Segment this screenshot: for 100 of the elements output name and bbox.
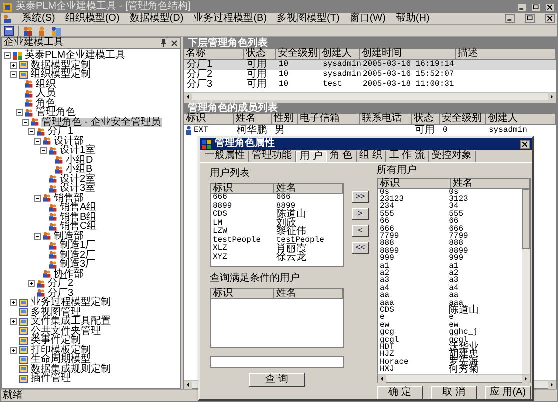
tree-item[interactable]: 制造1厂 xyxy=(59,241,97,250)
close-button[interactable] xyxy=(520,140,530,148)
menu-item[interactable]: 数据模型(D) xyxy=(130,14,184,24)
tree-item[interactable]: 角色 xyxy=(35,98,57,108)
toolbar-icon[interactable] xyxy=(4,26,14,36)
expander-box[interactable] xyxy=(10,346,17,354)
expander-box[interactable] xyxy=(10,62,17,69)
dialog-button[interactable]: 取 消 xyxy=(431,386,477,400)
column-header[interactable]: 电子信箱 xyxy=(298,114,360,125)
column-header[interactable]: 联系电话 xyxy=(360,114,412,125)
tree-item[interactable]: 销售C组 xyxy=(59,222,98,232)
expander-box[interactable] xyxy=(28,280,35,288)
expander-box[interactable] xyxy=(34,232,41,240)
table-row[interactable]: 分厂2 可用 10 sysadmin 2005-03-16 15:52:07 xyxy=(184,70,556,80)
menu-item[interactable]: 系统(S) xyxy=(22,14,56,24)
tree-item[interactable]: 设计部 xyxy=(53,136,85,146)
dialog-button[interactable]: 应 用(A) xyxy=(485,386,531,400)
tree-item[interactable]: 协作部 xyxy=(53,270,85,279)
scroll-left-icon[interactable] xyxy=(184,381,192,389)
tree-item[interactable]: 制造3厂 xyxy=(59,260,97,270)
expander-box[interactable] xyxy=(10,71,17,78)
tree-item[interactable]: 组织 xyxy=(35,80,57,89)
horizontal-scrollbar[interactable] xyxy=(378,374,530,382)
tab[interactable]: 用 户 xyxy=(296,151,327,162)
pin-icon[interactable] xyxy=(160,39,167,47)
close-icon[interactable] xyxy=(171,40,178,46)
tree-item[interactable]: 打印模板定制 xyxy=(30,346,92,355)
tree-item[interactable]: 设计3室 xyxy=(59,184,97,194)
tree-item[interactable]: 数据集成规则定制 xyxy=(30,364,112,374)
tree-item[interactable]: 组织模型定制 xyxy=(30,70,92,80)
dialog-button[interactable]: 确 定 xyxy=(377,386,423,400)
tree-item[interactable]: 类事件定制 xyxy=(30,336,82,346)
tree-item[interactable]: 销售B组 xyxy=(59,212,98,222)
column-header[interactable]: 姓名 xyxy=(234,114,272,125)
scroll-left-icon[interactable] xyxy=(378,375,386,383)
expander-box[interactable] xyxy=(34,138,41,145)
move-button[interactable]: >> xyxy=(352,191,369,203)
expander-box[interactable] xyxy=(22,118,29,126)
table-row[interactable]: 分厂1 可用 10 sysadmin 2005-03-16 16:19:14 xyxy=(184,60,556,70)
tree-item[interactable]: 制造部 xyxy=(53,232,85,241)
expander-box[interactable] xyxy=(16,109,23,116)
maximize-button[interactable] xyxy=(531,2,541,12)
tree-item[interactable]: 管理角色 - 企业安全管理员 xyxy=(41,118,162,127)
column-header[interactable]: 状态 xyxy=(412,114,440,125)
expander-box[interactable] xyxy=(28,128,35,136)
close-button[interactable] xyxy=(545,14,555,23)
tree-item[interactable]: 销售部 xyxy=(53,194,85,203)
menu-item[interactable]: 多视图模型(T) xyxy=(277,14,340,24)
restore-button[interactable] xyxy=(525,14,535,23)
close-button[interactable] xyxy=(545,2,555,12)
minimize-button[interactable] xyxy=(505,14,515,23)
tree-item[interactable]: 设计1室 xyxy=(59,146,97,156)
people-icon[interactable] xyxy=(51,26,61,36)
tree-item[interactable]: 小组B xyxy=(65,165,94,174)
expander-box[interactable] xyxy=(34,194,41,202)
tree-item[interactable]: 小组D xyxy=(65,156,94,165)
tree-item[interactable]: 分厂3 xyxy=(47,288,75,298)
tree-item[interactable]: 插件管理 xyxy=(30,374,72,384)
vertical-scrollbar[interactable] xyxy=(522,189,530,374)
column-header[interactable]: 安全级别 xyxy=(440,114,486,125)
tree-item[interactable]: 人员 xyxy=(35,89,57,98)
move-button[interactable]: < xyxy=(352,225,369,237)
table-row[interactable]: 分厂3 可用 10 test 2005-03-18 11:00:31 xyxy=(184,80,556,90)
tree-item[interactable]: 公共文件夹管理 xyxy=(30,326,102,336)
scroll-right-icon[interactable] xyxy=(522,375,530,383)
expander-box[interactable] xyxy=(40,147,47,154)
tree-item[interactable]: 管理角色 xyxy=(35,108,77,118)
tree-item[interactable]: 文件集成工具配置 xyxy=(30,317,112,326)
expander-box[interactable] xyxy=(4,52,11,60)
tab[interactable]: 受控对象 xyxy=(428,151,476,162)
minimize-button[interactable] xyxy=(517,2,527,12)
scroll-right-icon[interactable] xyxy=(548,381,556,389)
tree-item[interactable]: 生命周期模型 xyxy=(30,355,92,364)
tree-item[interactable]: 制造2厂 xyxy=(59,250,97,260)
expander-box[interactable] xyxy=(10,299,17,306)
tree-item[interactable]: 多视图管理 xyxy=(30,308,82,317)
tab[interactable]: 一般属性 xyxy=(202,151,249,162)
tree-item[interactable]: 英泰PLM企业建模工具 xyxy=(24,51,127,60)
tree-item[interactable]: 业务过程模型定制 xyxy=(30,298,112,308)
tab[interactable]: 工 作 流 xyxy=(386,151,429,162)
query-button[interactable]: 查 询 xyxy=(249,373,305,387)
people-icon[interactable] xyxy=(23,26,33,36)
horizontal-scrollbar[interactable] xyxy=(184,92,556,100)
column-header[interactable]: 性别 xyxy=(272,114,298,125)
expander-box[interactable] xyxy=(10,318,17,326)
column-header[interactable]: 创建人 xyxy=(486,114,556,125)
menu-item[interactable]: 窗口(W) xyxy=(350,14,386,24)
tab[interactable]: 组 织 xyxy=(356,151,386,162)
tree-item[interactable]: 分厂2 xyxy=(47,279,75,288)
tree-item[interactable]: 设计2室 xyxy=(59,174,97,184)
input-field[interactable] xyxy=(210,356,344,368)
tree-item[interactable]: 销售A组 xyxy=(59,203,98,212)
menu-item[interactable]: 业务过程模型(B) xyxy=(194,14,268,24)
tree-item[interactable]: 数据模型定制 xyxy=(30,60,92,70)
menu-item[interactable]: 组织模型(O) xyxy=(65,14,120,24)
column-header[interactable]: 标识 xyxy=(184,114,234,125)
move-button[interactable]: << xyxy=(352,242,369,254)
tree-item[interactable]: 分厂1 xyxy=(47,127,75,136)
move-button[interactable]: > xyxy=(352,208,369,220)
menu-item[interactable]: 帮助(H) xyxy=(396,14,430,24)
